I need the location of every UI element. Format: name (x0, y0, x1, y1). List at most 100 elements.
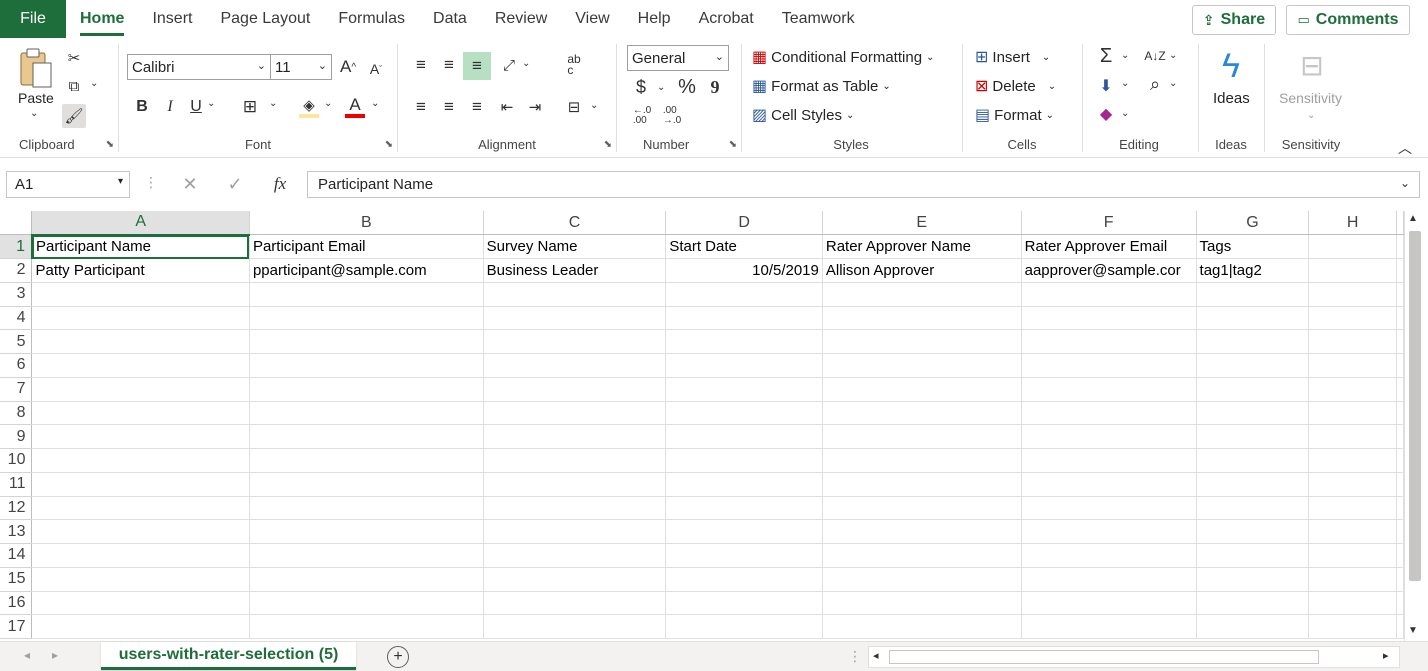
share-button[interactable]: ⇪ Share (1192, 5, 1276, 35)
cell[interactable] (1396, 543, 1404, 568)
tab-formulas[interactable]: Formulas (324, 0, 419, 38)
cell[interactable] (1308, 258, 1397, 283)
cell[interactable] (249, 567, 484, 592)
lightning-icon[interactable]: ϟ (1215, 46, 1247, 86)
cell[interactable] (1308, 329, 1397, 354)
cell[interactable] (665, 448, 823, 473)
cut-icon[interactable]: ✂ (64, 48, 84, 68)
cell[interactable] (1196, 472, 1310, 497)
paste-icon[interactable] (16, 46, 56, 92)
cell[interactable] (1021, 543, 1197, 568)
cell[interactable] (1196, 282, 1310, 307)
copy-dropdown-icon[interactable]: ⌄ (90, 78, 98, 89)
vertical-scrollbar[interactable]: ▲ ▼ (1404, 211, 1424, 641)
cancel-icon[interactable]: ✕ (180, 174, 200, 194)
cell[interactable] (1396, 614, 1404, 639)
merge-dropdown-icon[interactable]: ⌄ (590, 100, 598, 111)
cell[interactable] (1308, 377, 1397, 402)
cell[interactable] (1196, 591, 1310, 616)
column-header[interactable]: B (249, 211, 484, 236)
select-all-corner[interactable] (0, 211, 33, 236)
autosum-icon[interactable]: Σ (1095, 44, 1117, 68)
scroll-thumb[interactable] (1409, 231, 1421, 581)
cell[interactable] (665, 472, 823, 497)
cell[interactable] (1021, 401, 1197, 426)
fill-color-icon[interactable]: ◈ (297, 94, 321, 120)
find-dropdown-icon[interactable]: ⌄ (1169, 78, 1177, 89)
cell[interactable]: Participant Name (31, 234, 250, 259)
format-as-table-button[interactable]: ▦ Format as Table ⌄ (752, 76, 891, 96)
cell[interactable] (1196, 448, 1310, 473)
cell[interactable] (1396, 567, 1404, 592)
row-header[interactable]: 12 (0, 496, 33, 521)
cell[interactable] (1308, 614, 1397, 639)
scroll-right-icon[interactable]: ▸ (1383, 649, 1389, 662)
cell[interactable] (1021, 306, 1197, 331)
cell[interactable] (822, 591, 1022, 616)
cell[interactable] (483, 448, 667, 473)
tab-view[interactable]: View (561, 0, 623, 38)
tab-data[interactable]: Data (419, 0, 481, 38)
cell[interactable] (483, 519, 667, 544)
percent-button[interactable]: % (675, 76, 699, 98)
column-header[interactable]: E (822, 211, 1022, 236)
cell[interactable] (1196, 329, 1310, 354)
decrease-indent-icon[interactable]: ⇤ (496, 96, 518, 118)
comma-style-button[interactable]: 9 (707, 76, 723, 98)
tab-teamwork[interactable]: Teamwork (768, 0, 869, 38)
cell[interactable] (1196, 519, 1310, 544)
clear-dropdown-icon[interactable]: ⌄ (1121, 108, 1129, 119)
scroll-down-icon[interactable]: ▼ (1408, 625, 1418, 636)
row-header[interactable]: 16 (0, 591, 33, 616)
align-bottom-icon[interactable]: ≡ (463, 52, 491, 80)
cell[interactable] (483, 591, 667, 616)
row-header[interactable]: 15 (0, 567, 33, 592)
orientation-icon[interactable]: ⤢ (498, 54, 520, 76)
cell[interactable] (822, 401, 1022, 426)
prev-sheet-icon[interactable]: ◂ (24, 648, 30, 662)
underline-dropdown-icon[interactable]: ⌄ (207, 98, 215, 109)
cell[interactable] (822, 496, 1022, 521)
cell[interactable] (1308, 543, 1397, 568)
cell[interactable] (31, 614, 250, 639)
row-header[interactable]: 1 (0, 234, 33, 259)
cell[interactable] (822, 448, 1022, 473)
cell[interactable] (31, 377, 250, 402)
cell[interactable] (483, 567, 667, 592)
align-top-icon[interactable]: ≡ (410, 54, 432, 76)
name-box[interactable]: A1 ▾ (6, 171, 130, 198)
paste-dropdown-icon[interactable]: ⌄ (30, 108, 38, 119)
paste-label[interactable]: Paste (18, 90, 54, 106)
cell[interactable] (665, 591, 823, 616)
row-header[interactable]: 10 (0, 448, 33, 473)
enter-icon[interactable]: ✓ (225, 174, 245, 194)
font-launcher-icon[interactable]: ⬊ (385, 139, 393, 150)
cell[interactable] (1308, 234, 1397, 259)
cell[interactable] (31, 329, 250, 354)
cell[interactable] (1308, 448, 1397, 473)
row-header[interactable]: 9 (0, 424, 33, 449)
tab-file[interactable]: File (0, 0, 66, 38)
number-format-select[interactable]: General ⌄ (627, 45, 729, 71)
cell[interactable] (1021, 591, 1197, 616)
cell[interactable] (31, 543, 250, 568)
row-header[interactable]: 7 (0, 377, 33, 402)
insert-cells-button[interactable]: ⊞ Insert ⌄ (975, 47, 1050, 67)
cell[interactable] (1021, 614, 1197, 639)
cell[interactable] (31, 448, 250, 473)
cell[interactable] (822, 282, 1022, 307)
cell[interactable] (249, 306, 484, 331)
cell[interactable]: Tags (1196, 234, 1310, 259)
cell[interactable]: aapprover@sample.cor (1021, 258, 1197, 283)
cell[interactable] (249, 591, 484, 616)
cell[interactable] (31, 496, 250, 521)
tab-insert[interactable]: Insert (138, 0, 206, 38)
alignment-launcher-icon[interactable]: ⬊ (604, 139, 612, 150)
cell[interactable] (1021, 282, 1197, 307)
cell[interactable] (249, 401, 484, 426)
cell[interactable] (1396, 234, 1404, 259)
cell[interactable] (31, 519, 250, 544)
cell[interactable] (1021, 424, 1197, 449)
cell[interactable] (1021, 472, 1197, 497)
format-cells-button[interactable]: ▤ Format ⌄ (975, 105, 1054, 125)
